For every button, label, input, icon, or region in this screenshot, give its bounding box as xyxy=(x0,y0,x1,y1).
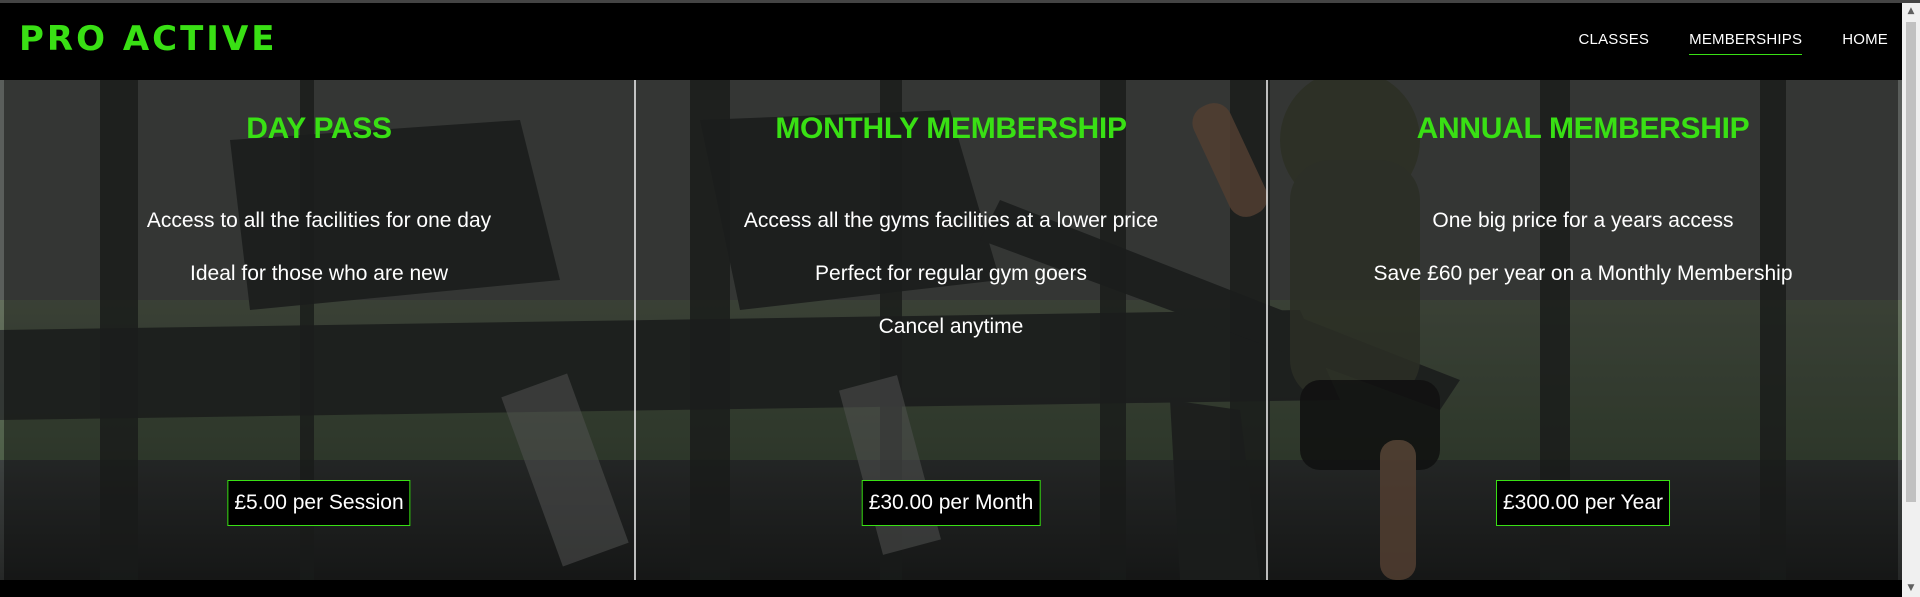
main-nav: CLASSES MEMBERSHIPS HOME xyxy=(1579,31,1888,55)
feature-item: Access all the gyms facilities at a lowe… xyxy=(743,209,1159,232)
nav-home[interactable]: HOME xyxy=(1842,31,1888,55)
nav-classes[interactable]: CLASSES xyxy=(1579,31,1650,55)
membership-title: ANNUAL MEMBERSHIP xyxy=(1416,112,1750,145)
price-button-day-pass[interactable]: £5.00 per Session xyxy=(227,480,411,526)
membership-title: DAY PASS xyxy=(246,112,392,145)
feature-item: Ideal for those who are new xyxy=(190,262,448,285)
memberships-hero: DAY PASS Access to all the facilities fo… xyxy=(0,80,1902,580)
feature-item: One big price for a years access xyxy=(1432,209,1734,232)
scroll-down-arrow-icon[interactable]: ▼ xyxy=(1902,580,1920,597)
page-scrollbar[interactable]: ▲ ▼ xyxy=(1902,3,1920,597)
membership-features: Access all the gyms facilities at a lowe… xyxy=(636,194,1266,353)
scrollbar-thumb[interactable] xyxy=(1906,22,1916,502)
site-header: PRO ACTIVE CLASSES MEMBERSHIPS HOME xyxy=(0,3,1902,80)
feature-item: Save £60 per year on a Monthly Membershi… xyxy=(1373,262,1793,285)
membership-features: One big price for a years access Save £6… xyxy=(1268,194,1898,300)
scroll-up-arrow-icon[interactable]: ▲ xyxy=(1902,3,1920,20)
membership-card-day-pass: DAY PASS Access to all the facilities fo… xyxy=(4,80,634,580)
price-button-monthly[interactable]: £30.00 per Month xyxy=(861,480,1041,526)
membership-panels: DAY PASS Access to all the facilities fo… xyxy=(4,80,1898,580)
membership-card-annual: ANNUAL MEMBERSHIP One big price for a ye… xyxy=(1266,80,1898,580)
nav-memberships[interactable]: MEMBERSHIPS xyxy=(1689,31,1803,55)
membership-title: MONTHLY MEMBERSHIP xyxy=(775,112,1127,145)
price-button-annual[interactable]: £300.00 per Year xyxy=(1496,480,1670,526)
membership-card-monthly: MONTHLY MEMBERSHIP Access all the gyms f… xyxy=(634,80,1266,580)
site-logo[interactable]: PRO ACTIVE xyxy=(19,22,278,56)
page: PRO ACTIVE CLASSES MEMBERSHIPS HOME DAY … xyxy=(0,0,1920,597)
feature-item: Access to all the facilities for one day xyxy=(146,209,492,232)
feature-item: Cancel anytime xyxy=(878,315,1024,338)
feature-item: Perfect for regular gym goers xyxy=(815,262,1087,285)
membership-features: Access to all the facilities for one day… xyxy=(4,194,634,300)
